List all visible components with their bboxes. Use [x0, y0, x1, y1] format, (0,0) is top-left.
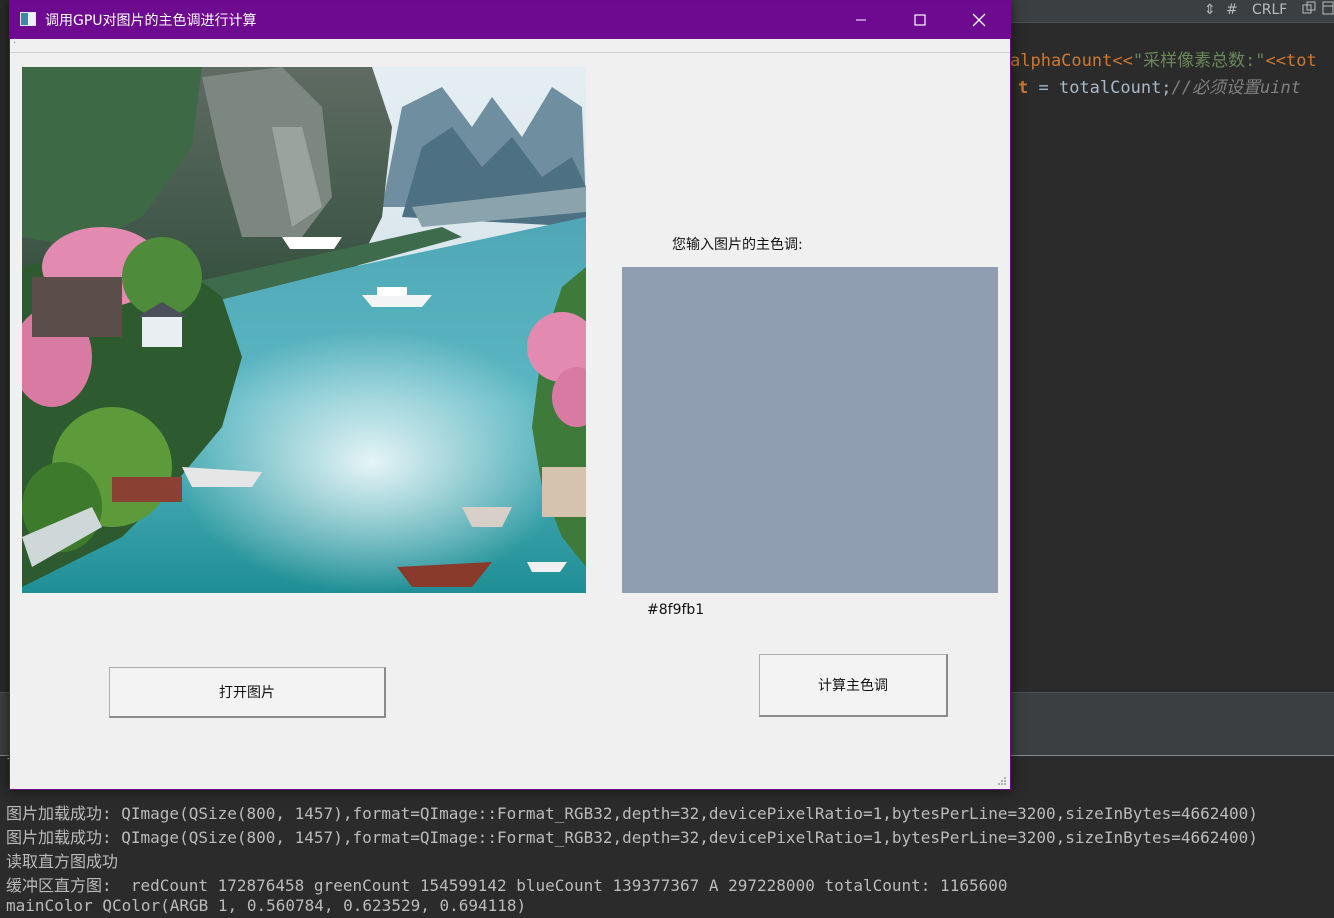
console-line: 读取直方图成功	[6, 852, 119, 871]
code-token: <<tot	[1265, 51, 1317, 71]
code-line-1: alphaCount<<"采样像素总数:"<<tot	[1010, 46, 1334, 71]
window-title: 调用GPU对图片的主色调进行计算	[45, 13, 257, 29]
console-line: mainColor QColor(ARGB 1, 0.560784, 0.623…	[6, 896, 527, 915]
menu-bar: :	[10, 35, 1010, 53]
app-window: 调用GPU对图片的主色调进行计算 : 您输入图片的主色调: #8f9fb1 打开…	[9, 0, 1011, 790]
code-token: = totalCount;	[1028, 78, 1172, 98]
code-line-2: t = totalCount;//必须设置uint	[1010, 73, 1334, 98]
landscape-image	[22, 67, 586, 593]
image-preview	[22, 67, 586, 593]
compute-color-button[interactable]: 计算主色调	[759, 654, 948, 717]
code-token: t	[1018, 78, 1029, 98]
close-button[interactable]	[950, 1, 1008, 39]
open-image-button[interactable]: 打开图片	[109, 667, 386, 718]
updown-icon[interactable]: ⇕	[1204, 2, 1216, 18]
ide-toolbar: ⇕ # CRLF	[1008, 0, 1334, 23]
close-icon	[972, 13, 986, 27]
minimize-icon	[856, 19, 866, 21]
maximize-icon	[914, 14, 926, 26]
console-line: 图片加载成功: QImage(QSize(800, 1457),format=Q…	[6, 804, 1258, 823]
dominant-color-hex: #8f9fb1	[647, 602, 705, 618]
panel-icon[interactable]	[1322, 1, 1334, 19]
code-token: "采样像素总数:"	[1132, 51, 1266, 71]
console-line: 缓冲区直方图: redCount 172876458 greenCount 15…	[6, 876, 1008, 895]
window-icon[interactable]	[1302, 1, 1316, 19]
code-token: alphaCount<<	[1010, 51, 1133, 71]
resize-grip-icon[interactable]	[997, 776, 1007, 786]
line-ending-label[interactable]: CRLF	[1252, 2, 1287, 18]
hash-label: #	[1226, 2, 1238, 18]
code-token: //必须设置uint	[1171, 78, 1301, 98]
app-icon	[20, 12, 36, 26]
console-line: 图片加载成功: QImage(QSize(800, 1457),format=Q…	[6, 828, 1258, 847]
title-bar[interactable]: 调用GPU对图片的主色调进行计算	[10, 1, 1010, 39]
minimize-button[interactable]	[832, 1, 890, 39]
maximize-button[interactable]	[891, 1, 949, 39]
dominant-color-label: 您输入图片的主色调:	[672, 237, 803, 253]
dominant-color-swatch	[622, 267, 998, 593]
